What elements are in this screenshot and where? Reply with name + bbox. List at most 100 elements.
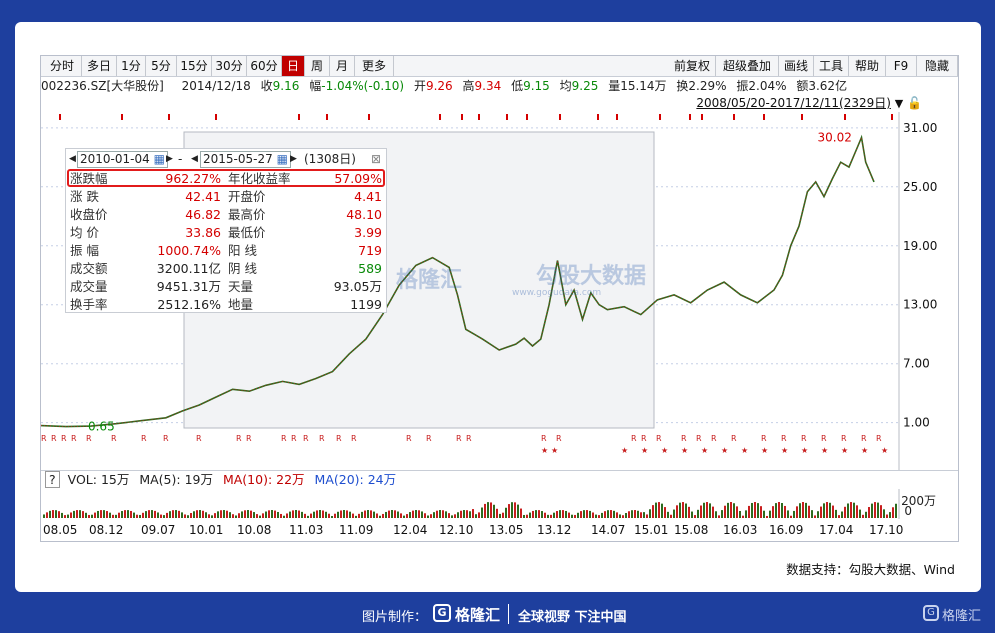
volume-bar <box>211 515 213 518</box>
rating-marker: R <box>841 434 847 443</box>
stat-row: 成交量 9451.31万 天量 93.05万 <box>66 277 386 296</box>
volume-bar <box>727 502 729 518</box>
high-label: 高9.34 <box>462 79 502 93</box>
volume-bar <box>121 511 123 518</box>
volume-bar <box>706 502 708 518</box>
tool-button-2[interactable]: 画线 <box>779 56 814 76</box>
period-tab-4[interactable]: 15分 <box>177 56 212 76</box>
event-marker <box>559 114 561 120</box>
close-value: 9.16 <box>272 79 300 93</box>
volume-bar <box>46 512 48 518</box>
next-end-arrow[interactable]: ▶ <box>290 149 297 169</box>
footer-divider <box>508 604 509 624</box>
dropdown-icon[interactable]: ▼ <box>895 97 903 110</box>
volume-bar <box>55 510 57 518</box>
volume-bar <box>559 510 561 518</box>
period-tab-1[interactable]: 多日 <box>82 56 117 76</box>
volume-bar <box>190 513 192 518</box>
star-marker: ★ <box>621 446 628 455</box>
period-tab-0[interactable]: 分时 <box>43 56 82 76</box>
open-label: 开9.26 <box>413 79 453 93</box>
calendar-icon[interactable]: ▦ <box>154 152 165 166</box>
stock-code[interactable]: 002236.SZ[大华股份] <box>41 79 164 93</box>
corner-logo-icon: G <box>923 605 939 621</box>
tool-button-4[interactable]: 帮助 <box>849 56 886 76</box>
x-tick-label: 10.01 <box>189 523 224 537</box>
watermark-url: www.gogudata.com <box>512 288 602 298</box>
x-tick-label: 13.05 <box>489 523 524 537</box>
stat-value: 3.99 <box>354 225 382 240</box>
volume-bar <box>832 505 834 518</box>
tool-button-0[interactable]: 前复权 <box>669 56 716 76</box>
prev-start-arrow[interactable]: ◀ <box>69 149 76 169</box>
volume-bar <box>172 510 174 518</box>
volume-bar <box>538 510 540 518</box>
event-marker <box>326 114 328 120</box>
tool-button-5[interactable]: F9 <box>886 56 917 76</box>
volume-bar <box>370 510 372 518</box>
volume-bar <box>328 513 330 518</box>
help-icon[interactable]: ? <box>45 471 60 488</box>
star-marker: ★ <box>701 446 708 455</box>
tool-button-1[interactable]: 超级叠加 <box>716 56 779 76</box>
period-tab-10[interactable]: 更多 <box>355 56 394 76</box>
star-marker: ★ <box>761 446 768 455</box>
volume-bar <box>391 510 393 518</box>
volume-bar <box>757 503 759 518</box>
volume-bar <box>274 510 276 518</box>
calendar-icon[interactable]: ▦ <box>277 152 288 166</box>
close-icon[interactable]: ⊠ <box>371 149 381 169</box>
volume-bar <box>229 512 231 518</box>
volume-bar <box>679 502 681 518</box>
volume-bar <box>562 510 564 518</box>
x-tick-label: 10.08 <box>237 523 272 537</box>
volume-chart[interactable] <box>41 489 958 519</box>
volume-bar <box>859 509 861 518</box>
volume-bar <box>778 502 780 518</box>
tool-button-3[interactable]: 工具 <box>814 56 849 76</box>
period-tab-2[interactable]: 1分 <box>117 56 146 76</box>
volume-bar <box>409 512 411 518</box>
volume-bar <box>847 503 849 518</box>
volume-bar <box>310 513 312 518</box>
period-tab-7[interactable]: 日 <box>282 56 305 76</box>
volume-bar <box>277 511 279 518</box>
y-tick-label: 13.00 <box>903 298 937 312</box>
rating-marker: R <box>163 434 169 443</box>
avg-label: 均9.25 <box>559 79 599 93</box>
volume-bar <box>388 510 390 518</box>
period-tab-5[interactable]: 30分 <box>212 56 247 76</box>
volume-bar <box>730 502 732 518</box>
period-tab-3[interactable]: 5分 <box>146 56 177 76</box>
rating-marker: R <box>731 434 737 443</box>
lock-icon[interactable]: 🔓 <box>907 96 922 110</box>
start-date-input[interactable]: 2010-01-04 ▦ <box>77 151 168 168</box>
x-tick-label: 08.12 <box>89 523 124 537</box>
date-range[interactable]: 2008/05/20-2017/12/11(2329日) ▼ 🔓 <box>696 95 922 111</box>
stat-label: 阴 线 <box>228 261 257 276</box>
volume-bar <box>280 513 282 518</box>
volume-bar <box>550 514 552 518</box>
volume-bar <box>775 503 777 518</box>
end-date-input[interactable]: 2015-05-27 ▦ <box>200 151 291 168</box>
volume-bar <box>502 512 504 518</box>
volume-bar <box>895 503 897 518</box>
event-marker <box>298 114 300 120</box>
event-marker <box>121 114 123 120</box>
period-tab-6[interactable]: 60分 <box>247 56 282 76</box>
volume-bar <box>565 510 567 518</box>
period-tab-8[interactable]: 周 <box>305 56 330 76</box>
volume-bar <box>601 512 603 518</box>
period-tab-9[interactable]: 月 <box>330 56 355 76</box>
volume-bar <box>289 511 291 518</box>
volume-bar <box>436 510 438 518</box>
volume-bar <box>127 510 129 518</box>
volume-bar <box>760 506 762 518</box>
tool-button-6[interactable]: 隐藏 <box>917 56 958 76</box>
prev-end-arrow[interactable]: ◀ <box>191 149 198 169</box>
star-marker: ★ <box>661 446 668 455</box>
volume-bar <box>67 514 69 518</box>
watermark-gelonghui: 格隆汇 <box>396 268 463 293</box>
next-start-arrow[interactable]: ▶ <box>166 149 173 169</box>
volume-bar <box>709 503 711 518</box>
